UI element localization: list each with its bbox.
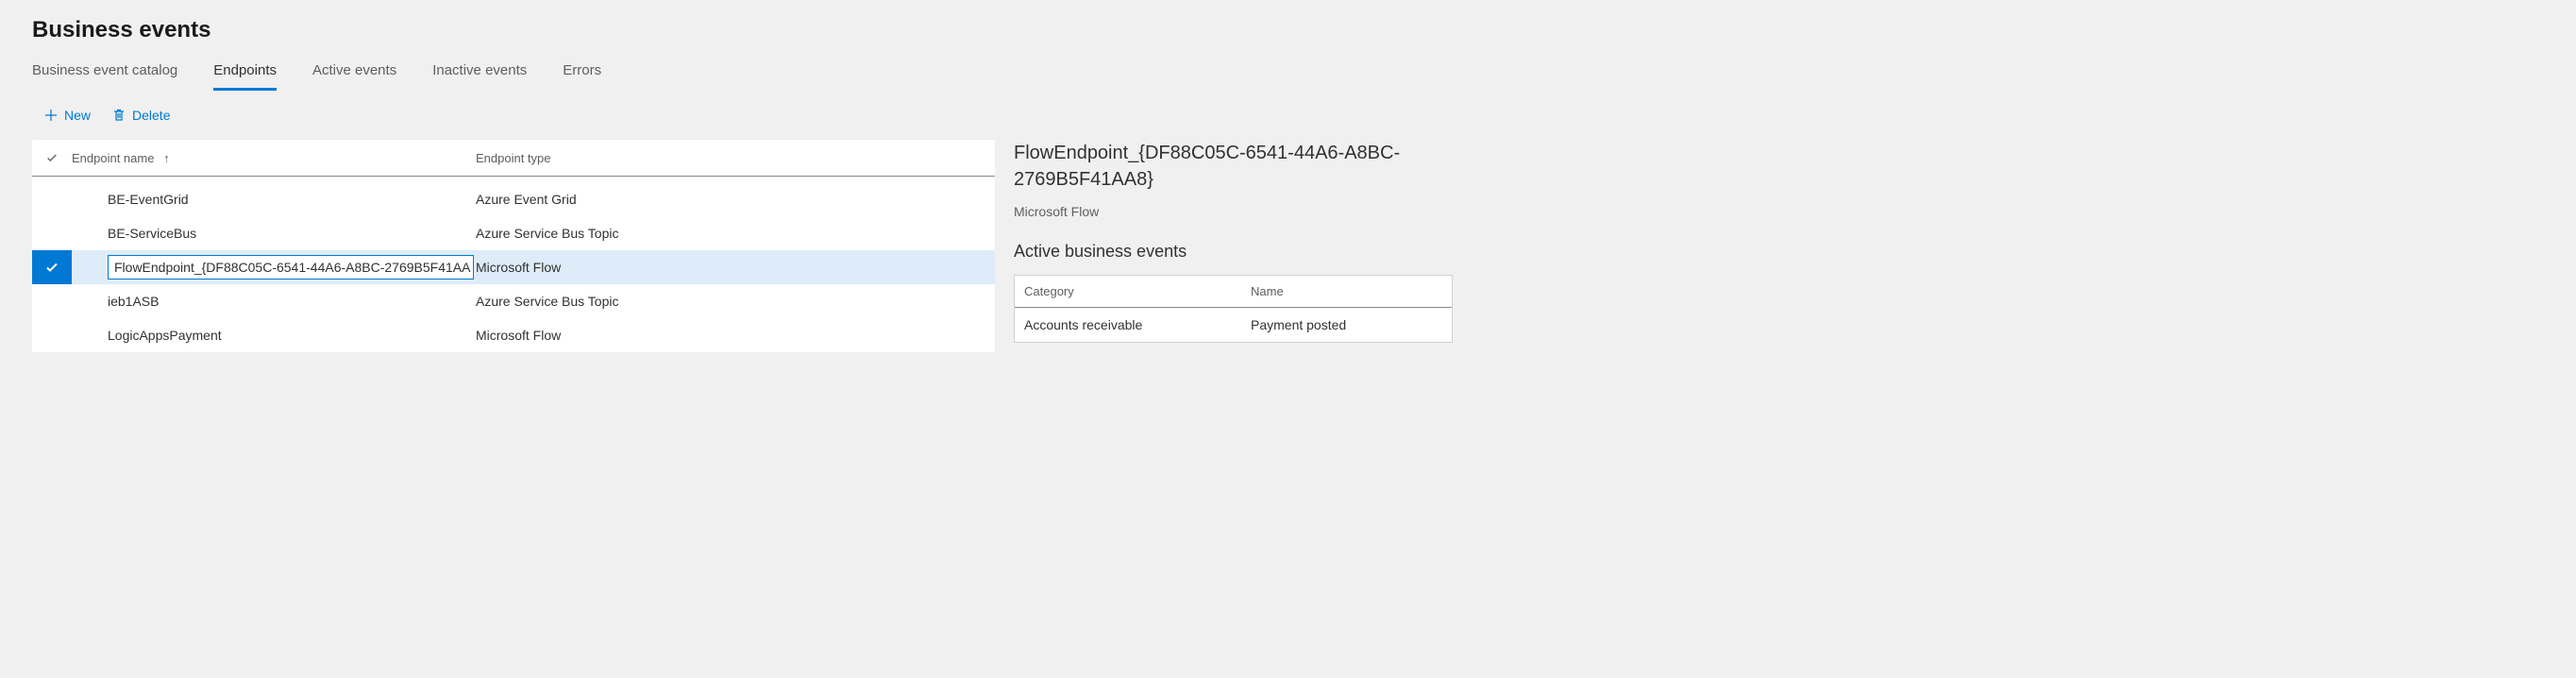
active-events-grid: Category Name Accounts receivablePayment… [1014,275,1453,343]
active-events-header-row: Category Name [1015,276,1452,308]
column-header-name[interactable]: Name [1251,284,1452,298]
endpoint-type-cell: Microsoft Flow [476,328,995,343]
column-header-endpoint-type[interactable]: Endpoint type [476,151,995,165]
section-heading-active-events: Active business events [1014,242,2576,262]
column-header-endpoint-name-label: Endpoint name [72,151,154,165]
trash-icon [111,108,126,123]
table-row[interactable]: Accounts receivablePayment posted [1015,308,1452,342]
column-header-category[interactable]: Category [1015,284,1251,298]
tab-active-events[interactable]: Active events [312,62,396,91]
tab-business-event-catalog[interactable]: Business event catalog [32,62,177,91]
endpoint-type-cell: Microsoft Flow [476,260,995,275]
endpoint-name-cell: LogicAppsPayment [108,328,476,343]
row-checkbox[interactable] [32,250,72,284]
table-row[interactable]: LogicAppsPaymentMicrosoft Flow [32,318,995,352]
category-cell: Accounts receivable [1015,317,1251,332]
delete-button[interactable]: Delete [111,108,170,123]
table-row[interactable]: BE-EventGridAzure Event Grid [32,182,995,216]
check-icon [45,151,59,164]
check-icon [44,260,59,275]
detail-subtitle: Microsoft Flow [1014,204,2576,219]
table-row[interactable]: FlowEndpoint_{DF88C05C-6541-44A6-A8BC-27… [32,250,995,284]
plus-icon [43,108,59,123]
sort-ascending-icon: ↑ [163,151,170,165]
detail-title: FlowEndpoint_{DF88C05C-6541-44A6-A8BC-27… [1014,140,1429,193]
table-row[interactable]: BE-ServiceBusAzure Service Bus Topic [32,216,995,250]
action-bar: New Delete [32,108,995,123]
tab-inactive-events[interactable]: Inactive events [432,62,527,91]
endpoint-type-cell: Azure Service Bus Topic [476,226,995,241]
table-row[interactable]: ieb1ASBAzure Service Bus Topic [32,284,995,318]
endpoint-type-cell: Azure Event Grid [476,192,995,207]
endpoint-type-cell: Azure Service Bus Topic [476,294,995,309]
tab-errors[interactable]: Errors [563,62,601,91]
detail-pane: FlowEndpoint_{DF88C05C-6541-44A6-A8BC-27… [995,17,2576,352]
endpoint-name-cell: ieb1ASB [108,294,476,309]
endpoint-name-cell: BE-ServiceBus [108,226,476,241]
delete-button-label: Delete [132,108,170,123]
endpoints-grid: Endpoint name ↑ Endpoint type BE-EventGr… [32,140,995,352]
grid-header-row: Endpoint name ↑ Endpoint type [32,140,995,176]
new-button-label: New [64,108,91,123]
new-button[interactable]: New [43,108,91,123]
column-header-endpoint-name[interactable]: Endpoint name ↑ [72,151,476,165]
select-all-checkbox[interactable] [32,151,72,164]
tab-bar: Business event catalog Endpoints Active … [32,62,995,91]
page-title: Business events [32,17,995,43]
endpoint-name-cell: BE-EventGrid [108,192,476,207]
name-cell: Payment posted [1251,317,1452,332]
endpoint-name-cell[interactable]: FlowEndpoint_{DF88C05C-6541-44A6-A8BC-27… [108,255,474,280]
tab-endpoints[interactable]: Endpoints [213,62,277,91]
